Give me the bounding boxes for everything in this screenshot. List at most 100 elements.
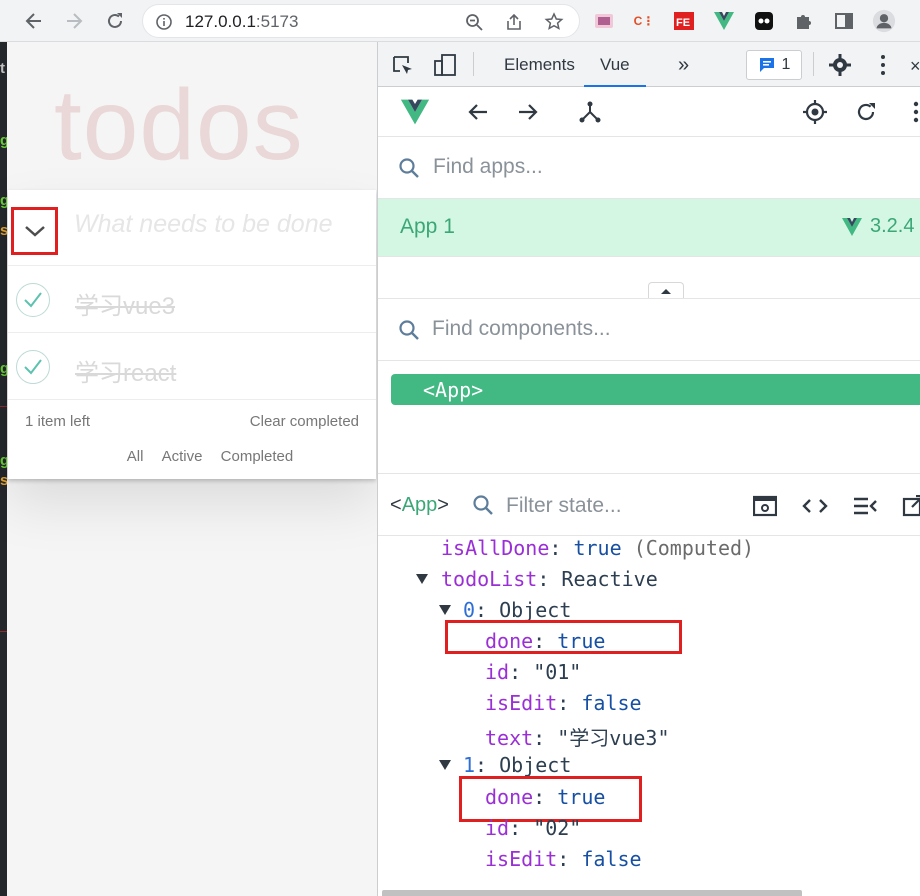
- more-menu-icon[interactable]: [901, 97, 920, 127]
- back-arrow-icon[interactable]: [463, 97, 493, 127]
- refresh-icon[interactable]: [851, 97, 881, 127]
- state-row-todoList[interactable]: todoList: Reactive: [441, 567, 658, 591]
- divider: [473, 52, 474, 76]
- find-apps-row: Find apps...: [378, 137, 920, 199]
- chevron-up-icon: [661, 288, 671, 294]
- new-todo-row: What needs to be done: [8, 190, 376, 266]
- state-row-isEdit: isEdit: false: [485, 847, 642, 871]
- app-title: todos: [54, 69, 304, 181]
- checkmark-icon: [24, 359, 42, 375]
- info-icon[interactable]: [155, 13, 173, 36]
- forward-arrow-icon[interactable]: [61, 8, 87, 34]
- reload-icon[interactable]: [102, 8, 128, 34]
- message-count: 1: [781, 56, 791, 73]
- editor-edge: t g g s g _ g s _: [0, 42, 7, 896]
- zoom-icon[interactable]: [463, 11, 485, 33]
- highlight-box: [445, 620, 682, 654]
- search-icon: [398, 157, 420, 184]
- message-icon: [759, 58, 774, 72]
- todo-item-label: 学习vue3: [75, 293, 176, 320]
- expand-toggle-icon[interactable]: [439, 760, 451, 770]
- url-text: 127.0.0.1:5173: [185, 12, 299, 31]
- fe-ext-icon[interactable]: FE: [672, 9, 696, 33]
- svg-text:FE: FE: [676, 17, 690, 29]
- todo-item[interactable]: 学习vue3: [8, 266, 376, 333]
- state-row-id: id: "02": [485, 816, 582, 840]
- filter-all[interactable]: All: [127, 448, 144, 465]
- scroll-to-component-icon[interactable]: [752, 494, 778, 518]
- tab-elements[interactable]: Elements: [504, 55, 575, 75]
- checkmark-icon: [24, 292, 42, 308]
- app-list-item[interactable]: App 1 3.2.4: [378, 199, 920, 257]
- share-icon[interactable]: [503, 11, 525, 33]
- cs-ext-icon[interactable]: C⋮: [632, 9, 656, 33]
- component-tree: <App>: [378, 362, 920, 474]
- state-inspector-header: <App> Filter state...: [378, 474, 920, 536]
- pane-collapse-handle[interactable]: [648, 282, 684, 298]
- state-row-isAllDone: isAllDone: true (Computed): [441, 536, 755, 560]
- tab-vue[interactable]: Vue: [584, 55, 646, 87]
- state-row-item-0[interactable]: 0: Object: [463, 598, 571, 622]
- expand-toggle-icon[interactable]: [416, 574, 428, 584]
- filter-state-input[interactable]: Filter state...: [506, 494, 622, 518]
- sidepanel-icon[interactable]: [832, 9, 856, 33]
- bookmark-star-icon[interactable]: [543, 11, 565, 33]
- open-in-editor-icon[interactable]: [900, 494, 920, 518]
- search-icon: [398, 319, 420, 346]
- vue-devtools-toolbar: [378, 87, 920, 137]
- address-bar[interactable]: 127.0.0.1:5173: [142, 4, 580, 38]
- forward-arrow-icon[interactable]: [513, 97, 543, 127]
- find-components-row: Find components...: [378, 299, 920, 361]
- code-icon[interactable]: [802, 494, 828, 518]
- puzzle-icon[interactable]: [792, 9, 816, 33]
- state-row-text: text: "学习vue3": [485, 726, 670, 750]
- horizontal-scrollbar[interactable]: [382, 890, 802, 896]
- component-tree-icon[interactable]: [575, 97, 605, 127]
- find-components-input[interactable]: Find components...: [432, 317, 611, 341]
- inspect-icon[interactable]: [392, 55, 414, 82]
- todo-checkbox[interactable]: [16, 283, 50, 317]
- dark-ext-icon[interactable]: [752, 9, 776, 33]
- todo-item[interactable]: 学习react: [8, 333, 376, 400]
- filter-completed[interactable]: Completed: [221, 448, 294, 465]
- toggle-all-button[interactable]: [11, 207, 58, 255]
- vue-version: 3.2.4: [870, 215, 915, 237]
- divider: [813, 52, 814, 76]
- find-apps-input[interactable]: Find apps...: [433, 155, 543, 179]
- selected-component-tag: <App>: [390, 494, 449, 516]
- items-left-count: 1 item left: [25, 413, 91, 430]
- avatar-icon[interactable]: [872, 9, 896, 33]
- vue-logo-icon: [400, 97, 430, 127]
- select-component-target-icon[interactable]: [800, 97, 830, 127]
- todo-checkbox[interactable]: [16, 350, 50, 384]
- devtools-panel: Elements Vue » 1 × Find apps... App 1 3.…: [377, 42, 920, 896]
- search-icon: [472, 494, 494, 521]
- state-row-item-1[interactable]: 1: Object: [463, 753, 571, 777]
- browser-toolbar: 127.0.0.1:5173 C⋮ FE: [0, 0, 920, 42]
- expand-toggle-icon[interactable]: [439, 605, 451, 615]
- clear-completed-button[interactable]: Clear completed: [250, 413, 359, 430]
- close-icon[interactable]: ×: [910, 56, 920, 77]
- vue-ext-icon[interactable]: [712, 9, 736, 33]
- state-row-isEdit: isEdit: false: [485, 691, 642, 715]
- new-todo-input[interactable]: What needs to be done: [74, 210, 333, 239]
- filter-active[interactable]: Active: [162, 448, 203, 465]
- app-name: App 1: [400, 215, 455, 238]
- back-arrow-icon[interactable]: [21, 8, 47, 34]
- component-name: <App>: [423, 378, 484, 402]
- vue-logo-icon: [841, 217, 863, 242]
- state-tree: isAllDone: true (Computed) todoList: Rea…: [378, 536, 920, 896]
- inspect-dom-icon[interactable]: [852, 494, 878, 518]
- todo-item-label: 学习react: [75, 360, 177, 387]
- component-tree-node[interactable]: <App>: [391, 374, 920, 405]
- state-row-id: id: "01": [485, 660, 582, 684]
- devtools-tabbar: Elements Vue » 1 ×: [378, 42, 920, 87]
- settings-gear-icon[interactable]: [828, 53, 852, 82]
- reader-ext-icon[interactable]: [592, 9, 616, 33]
- device-toggle-icon[interactable]: [433, 53, 457, 82]
- kebab-menu-icon[interactable]: [878, 53, 888, 82]
- chevron-down-icon: [24, 226, 45, 237]
- todo-card: What needs to be done 学习vue3 学习react 1 i…: [8, 190, 376, 479]
- more-tabs-icon[interactable]: »: [678, 54, 689, 77]
- messages-badge[interactable]: 1: [746, 50, 802, 80]
